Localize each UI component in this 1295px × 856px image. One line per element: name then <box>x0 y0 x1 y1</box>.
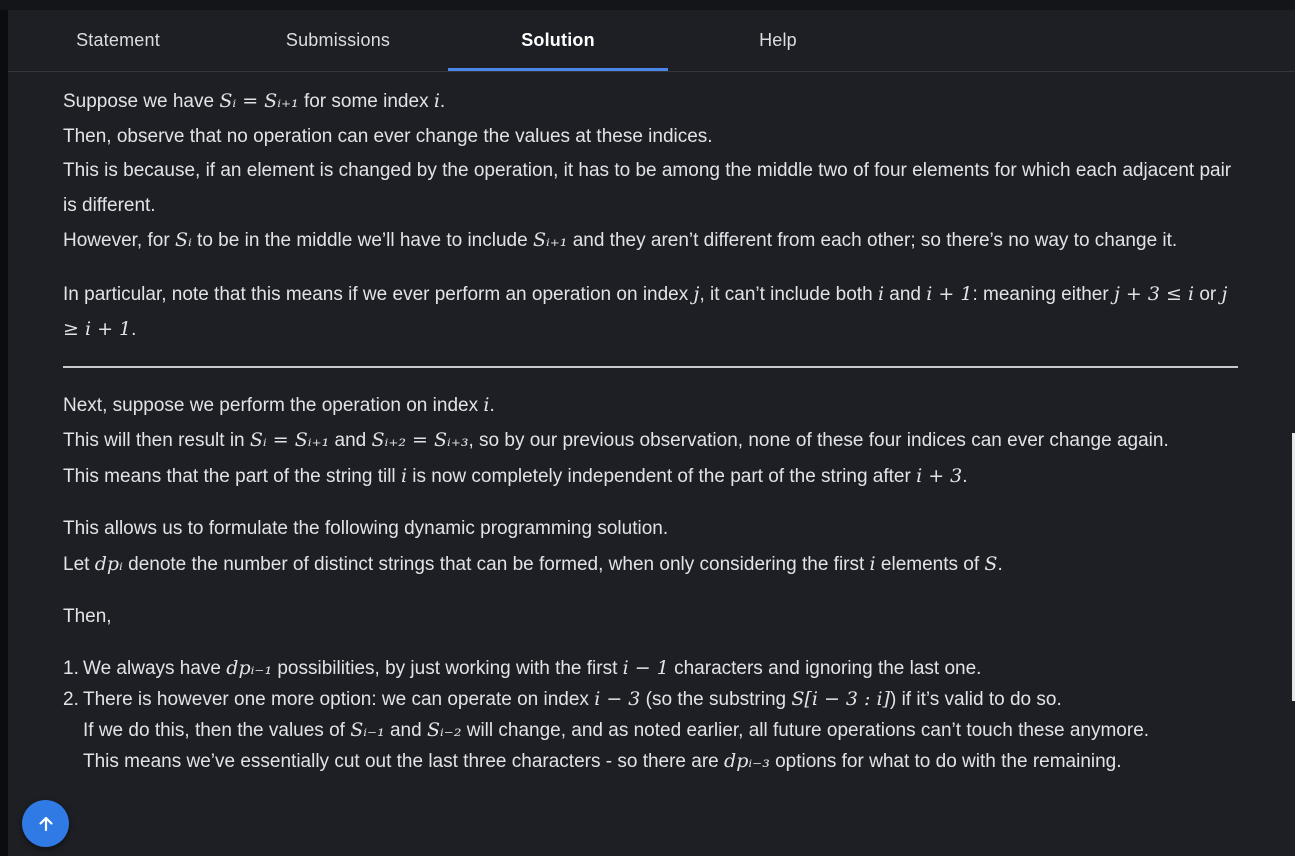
recurrence-list: 1. We always have dpᵢ₋₁ possibilities, by… <box>63 653 1243 777</box>
math: i + 1 <box>926 282 973 305</box>
solution-paragraph: This means that the part of the string t… <box>63 459 1243 495</box>
text: There is however one more option: we can… <box>83 688 595 710</box>
text: , it can’t include both <box>699 283 878 305</box>
math: dpᵢ₋₁ <box>226 656 273 679</box>
text: characters and ignoring the last one. <box>668 657 982 679</box>
text: . <box>439 91 446 112</box>
text: . <box>489 394 495 416</box>
text: , so by our previous observation, none o… <box>468 430 1169 451</box>
text: to be in the middle we’ll have to includ… <box>191 230 533 251</box>
top-strip <box>0 0 1295 10</box>
problem-panel: Statement Submissions Solution Help Supp… <box>8 10 1295 856</box>
text: Next, suppose we perform the operation o… <box>63 394 484 416</box>
math: Sᵢ = Sᵢ₊₁ <box>219 90 299 112</box>
text: will change, and as noted earlier, all f… <box>461 719 1150 741</box>
math: Sᵢ₋₂ <box>426 718 462 741</box>
list-item: 1. We always have dpᵢ₋₁ possibilities, by… <box>63 653 1243 684</box>
list-item: 2. There is however one more option: we c… <box>63 684 1243 777</box>
text: and they aren’t different from each othe… <box>567 230 1178 251</box>
text: In particular, note that this means if w… <box>63 283 694 305</box>
text: Suppose we have <box>63 91 220 112</box>
list-number: 2. <box>63 688 79 710</box>
text: If we do this, then the values of <box>83 719 351 741</box>
solution-paragraph: Then, observe that no operation can ever… <box>63 125 713 147</box>
scroll-to-top-button[interactable] <box>22 800 69 847</box>
math: Sᵢ₊₁ <box>532 229 568 251</box>
solution-paragraph: This is because, if an element is change… <box>63 160 1232 216</box>
solution-paragraph: Next, suppose we perform the operation o… <box>63 388 1243 424</box>
text: We always have <box>83 657 227 679</box>
tab-solution[interactable]: Solution <box>448 10 668 71</box>
tab-bar: Statement Submissions Solution Help <box>8 10 1295 72</box>
math: Sᵢ₊₂ = Sᵢ₊₃ <box>371 429 469 451</box>
math: j + 3 ≤ i <box>1113 282 1195 305</box>
text: . <box>997 553 1003 575</box>
text: for some index <box>298 91 434 112</box>
text: This will then result in <box>63 430 250 451</box>
text: and <box>329 430 372 451</box>
tab-statement[interactable]: Statement <box>8 10 228 71</box>
solution-paragraph: Let dpᵢ denote the number of distinct st… <box>63 547 1243 583</box>
solution-paragraph: This will then result in Sᵢ = Sᵢ₊₁ and S… <box>63 423 1243 459</box>
tab-submissions[interactable]: Submissions <box>228 10 448 71</box>
math: Sᵢ₋₁ <box>350 718 385 741</box>
arrow-up-icon <box>38 816 53 831</box>
text: ) if it’s valid to do so. <box>889 688 1062 710</box>
list-item-continuation: If we do this, then the values of Sᵢ₋₁ a… <box>63 715 1243 746</box>
solution-paragraph: Then, <box>63 606 112 627</box>
math: i − 1 <box>622 656 669 679</box>
math: Sᵢ = Sᵢ₊₁ <box>249 429 330 451</box>
text: This means we’ve essentially cut out the… <box>83 750 725 772</box>
text: options for what to do with the remainin… <box>769 750 1122 772</box>
math: dpᵢ <box>94 552 123 575</box>
solution-paragraph: This allows us to formulate the followin… <box>63 518 669 539</box>
math: Sᵢ <box>174 229 192 251</box>
list-item-continuation: This means we’ve essentially cut out the… <box>63 746 1243 777</box>
list-number: 1. <box>63 657 79 679</box>
math: i − 3 <box>594 687 641 710</box>
text: possibilities, by just working with the … <box>272 657 623 679</box>
solution-paragraph: However, for Sᵢ to be in the middle we’l… <box>63 223 1243 259</box>
text: : meaning either <box>972 283 1114 305</box>
text: . <box>962 465 968 487</box>
math: S <box>984 552 998 575</box>
math: i + 3 <box>916 464 963 487</box>
math: dpᵢ₋₃ <box>724 749 770 772</box>
tab-help[interactable]: Help <box>668 10 888 71</box>
text: Let <box>63 553 95 575</box>
text: This means that the part of the string t… <box>63 465 401 487</box>
section-divider <box>63 365 1238 368</box>
text: is now completely independent of the par… <box>407 465 917 487</box>
solution-content: Suppose we have Sᵢ = Sᵢ₊₁ for some index… <box>63 84 1243 777</box>
solution-paragraph: Suppose we have Sᵢ = Sᵢ₊₁ for some index… <box>63 84 1243 120</box>
text: denote the number of distinct strings th… <box>122 553 870 575</box>
text: . <box>131 319 137 340</box>
solution-paragraph: In particular, note that this means if w… <box>63 277 1243 348</box>
text: (so the substring <box>640 688 792 710</box>
text: and <box>884 283 927 305</box>
text: elements of <box>875 553 985 575</box>
math: S[i − 3 : i] <box>791 687 890 710</box>
text: However, for <box>63 230 175 251</box>
text: and <box>384 719 427 741</box>
text: or <box>1194 283 1222 305</box>
